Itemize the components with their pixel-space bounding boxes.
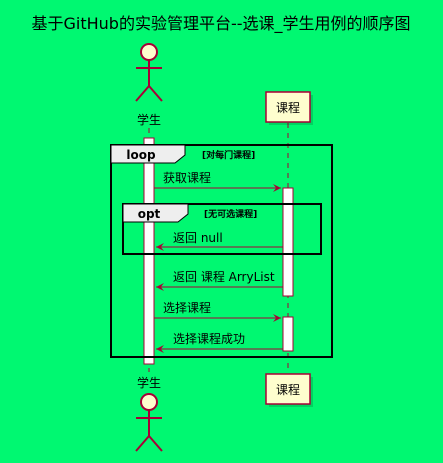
student-activation — [143, 137, 155, 365]
actor-head-icon — [140, 43, 158, 61]
msg-return-list-label: 返回 课程 ArryList — [173, 269, 275, 284]
loop-keyword: loop — [126, 148, 156, 162]
course-activation-2 — [282, 316, 294, 352]
course-label-bottom: 课程 — [276, 382, 300, 397]
student-label-top: 学生 — [137, 112, 161, 127]
course-box-top: 课程 — [265, 91, 313, 125]
opt-keyword: opt — [138, 207, 161, 221]
diagram-title: 基于GitHub的实验管理平台--选课_学生用例的顺序图 — [32, 14, 411, 34]
course-label-top: 课程 — [276, 100, 300, 115]
sequence-diagram: 基于GitHub的实验管理平台--选课_学生用例的顺序图 学生 课程 loop … — [32, 14, 411, 452]
course-box-bottom: 课程 — [265, 373, 313, 407]
msg-return-null-label: 返回 null — [173, 231, 223, 245]
opt-condition: [无可选课程] — [204, 208, 257, 220]
msg-select-course-label: 选择课程 — [163, 300, 211, 315]
loop-condition: [对每门课程] — [202, 149, 255, 161]
student-actor-top: 学生 — [135, 43, 163, 127]
student-actor-bottom: 学生 — [135, 375, 163, 452]
msg-select-success-label: 选择课程成功 — [173, 331, 245, 346]
actor-head-icon — [140, 393, 158, 411]
student-label-bottom: 学生 — [137, 375, 161, 390]
msg-get-courses-label: 获取课程 — [163, 170, 211, 185]
